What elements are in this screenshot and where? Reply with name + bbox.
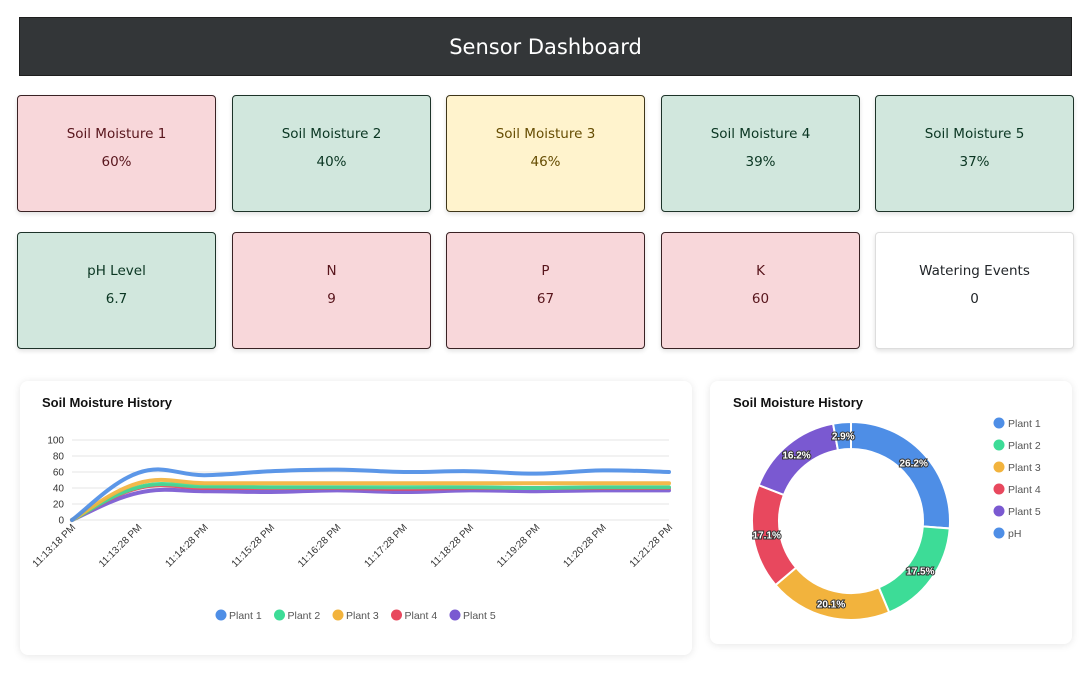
legend-marker-plant-4 [993, 483, 1005, 495]
legend-label-plant-1: Plant 1 [229, 610, 262, 622]
line-chart-panel: Soil Moisture History 0 20 40 60 80 100 11:13:… [20, 381, 692, 655]
card-title: Soil Moisture 4 [710, 126, 811, 142]
legend-label-plant-5: Plant 5 [1008, 506, 1041, 518]
donut-value-label: 17.1% [753, 531, 781, 542]
y-tick-label: 60 [53, 468, 65, 479]
legend-label-plant-4: Plant 4 [405, 610, 438, 622]
card-phosphorus: P 67 [446, 232, 645, 349]
page-title: Sensor Dashboard [449, 34, 642, 59]
legend-label-plant-5: Plant 5 [463, 610, 496, 622]
legend-label-plant-1: Plant 1 [1008, 418, 1041, 430]
x-tick-label: 11:18:28 PM [429, 522, 476, 569]
x-tick-label: 11:13:18 PM [31, 522, 78, 569]
y-tick-label: 80 [53, 452, 65, 463]
card-title: Soil Moisture 3 [495, 126, 596, 142]
card-title: Soil Moisture 5 [924, 126, 1025, 142]
legend-label-plant-3: Plant 3 [1008, 462, 1041, 474]
x-tick-label: 11:17:28 PM [362, 522, 409, 569]
donut-value-label: 2.9% [832, 431, 855, 442]
card-value: 60 [751, 291, 770, 307]
x-tick-label: 11:21:28 PM [628, 522, 675, 569]
legend-marker-plant-5 [993, 505, 1005, 517]
card-value: 6.7 [105, 291, 128, 307]
card-value: 46% [530, 154, 561, 170]
legend-label-plant-2: Plant 2 [288, 610, 321, 622]
card-title: K [756, 263, 765, 279]
y-tick-label: 20 [53, 500, 65, 511]
donut-chart: 26.2% 17.5% 20.1% 17.1% 16.2% 2.9% Plant 1 Plan… [751, 417, 1041, 621]
donut-value-label: 16.2% [782, 451, 810, 462]
series-line-plant-1 [70, 467, 671, 522]
legend-marker-plant-3 [993, 461, 1005, 473]
legend-marker-plant-2 [274, 609, 285, 621]
card-title: Watering Events [919, 263, 1030, 279]
card-nitrogen: N 9 [232, 232, 431, 349]
y-tick-label: 0 [58, 516, 64, 527]
donut-value-label: 17.5% [906, 567, 934, 578]
card-soil-moisture-4: Soil Moisture 4 39% [661, 95, 860, 212]
legend-label-ph: pH [1008, 528, 1021, 540]
x-tick-label: 11:14:28 PM [163, 522, 210, 569]
legend-label-plant-2: Plant 2 [1008, 440, 1041, 452]
card-value: 9 [327, 291, 336, 307]
card-value: 0 [970, 291, 979, 307]
card-soil-moisture-3: Soil Moisture 3 46% [446, 95, 645, 212]
legend-marker-plant-3 [332, 609, 344, 621]
card-ph-level: pH Level 6.7 [17, 232, 216, 349]
card-potassium: K 60 [661, 232, 860, 349]
card-value: 60% [101, 154, 132, 170]
donut-value-label: 26.2% [900, 458, 928, 469]
card-soil-moisture-5: Soil Moisture 5 37% [875, 95, 1074, 212]
card-value: 40% [316, 154, 347, 170]
legend-marker-plant-1 [993, 417, 1005, 429]
legend-label-plant-4: Plant 4 [1008, 484, 1041, 496]
donut-slice-plant-3 [774, 566, 891, 621]
card-soil-moisture-2: Soil Moisture 2 40% [232, 95, 431, 212]
legend-marker-plant-1 [215, 609, 227, 621]
legend-label-plant-3: Plant 3 [346, 610, 379, 622]
x-tick-label: 11:15:28 PM [230, 522, 277, 569]
card-value: 39% [745, 154, 776, 170]
card-title: N [326, 263, 337, 279]
donut-chart-panel: Soil Moisture History 26.2% 17.5% 20.1% 17.… [710, 381, 1072, 644]
line-chart: 0 20 40 60 80 100 11:13:18 PM 11:13:28 PM 11:14:… [31, 436, 675, 623]
card-title: Soil Moisture 2 [281, 126, 382, 142]
card-title: Soil Moisture 1 [66, 126, 167, 142]
card-watering-events: Watering Events 0 [875, 232, 1074, 349]
card-title: pH Level [87, 263, 146, 279]
legend-marker-plant-4 [391, 609, 402, 621]
donut-slice-plant-1 [850, 420, 951, 530]
card-value: 67 [536, 291, 555, 307]
x-tick-label: 11:16:28 PM [296, 522, 343, 569]
y-tick-label: 40 [53, 484, 65, 495]
card-soil-moisture-1: Soil Moisture 1 60% [17, 95, 216, 212]
legend-marker-plant-5 [449, 609, 461, 621]
legend-marker-plant-2 [993, 439, 1005, 451]
legend-marker-ph [993, 527, 1005, 539]
y-tick-label: 100 [47, 436, 64, 447]
x-tick-label: 11:19:28 PM [495, 522, 542, 569]
x-tick-label: 11:20:28 PM [561, 522, 608, 569]
card-value: 37% [959, 154, 990, 170]
donut-value-label: 20.1% [817, 600, 845, 611]
dashboard-header: Sensor Dashboard [19, 17, 1072, 76]
x-tick-label: 11:13:28 PM [97, 522, 144, 569]
series-line-plant-5 [70, 487, 671, 522]
card-title: P [541, 263, 550, 279]
